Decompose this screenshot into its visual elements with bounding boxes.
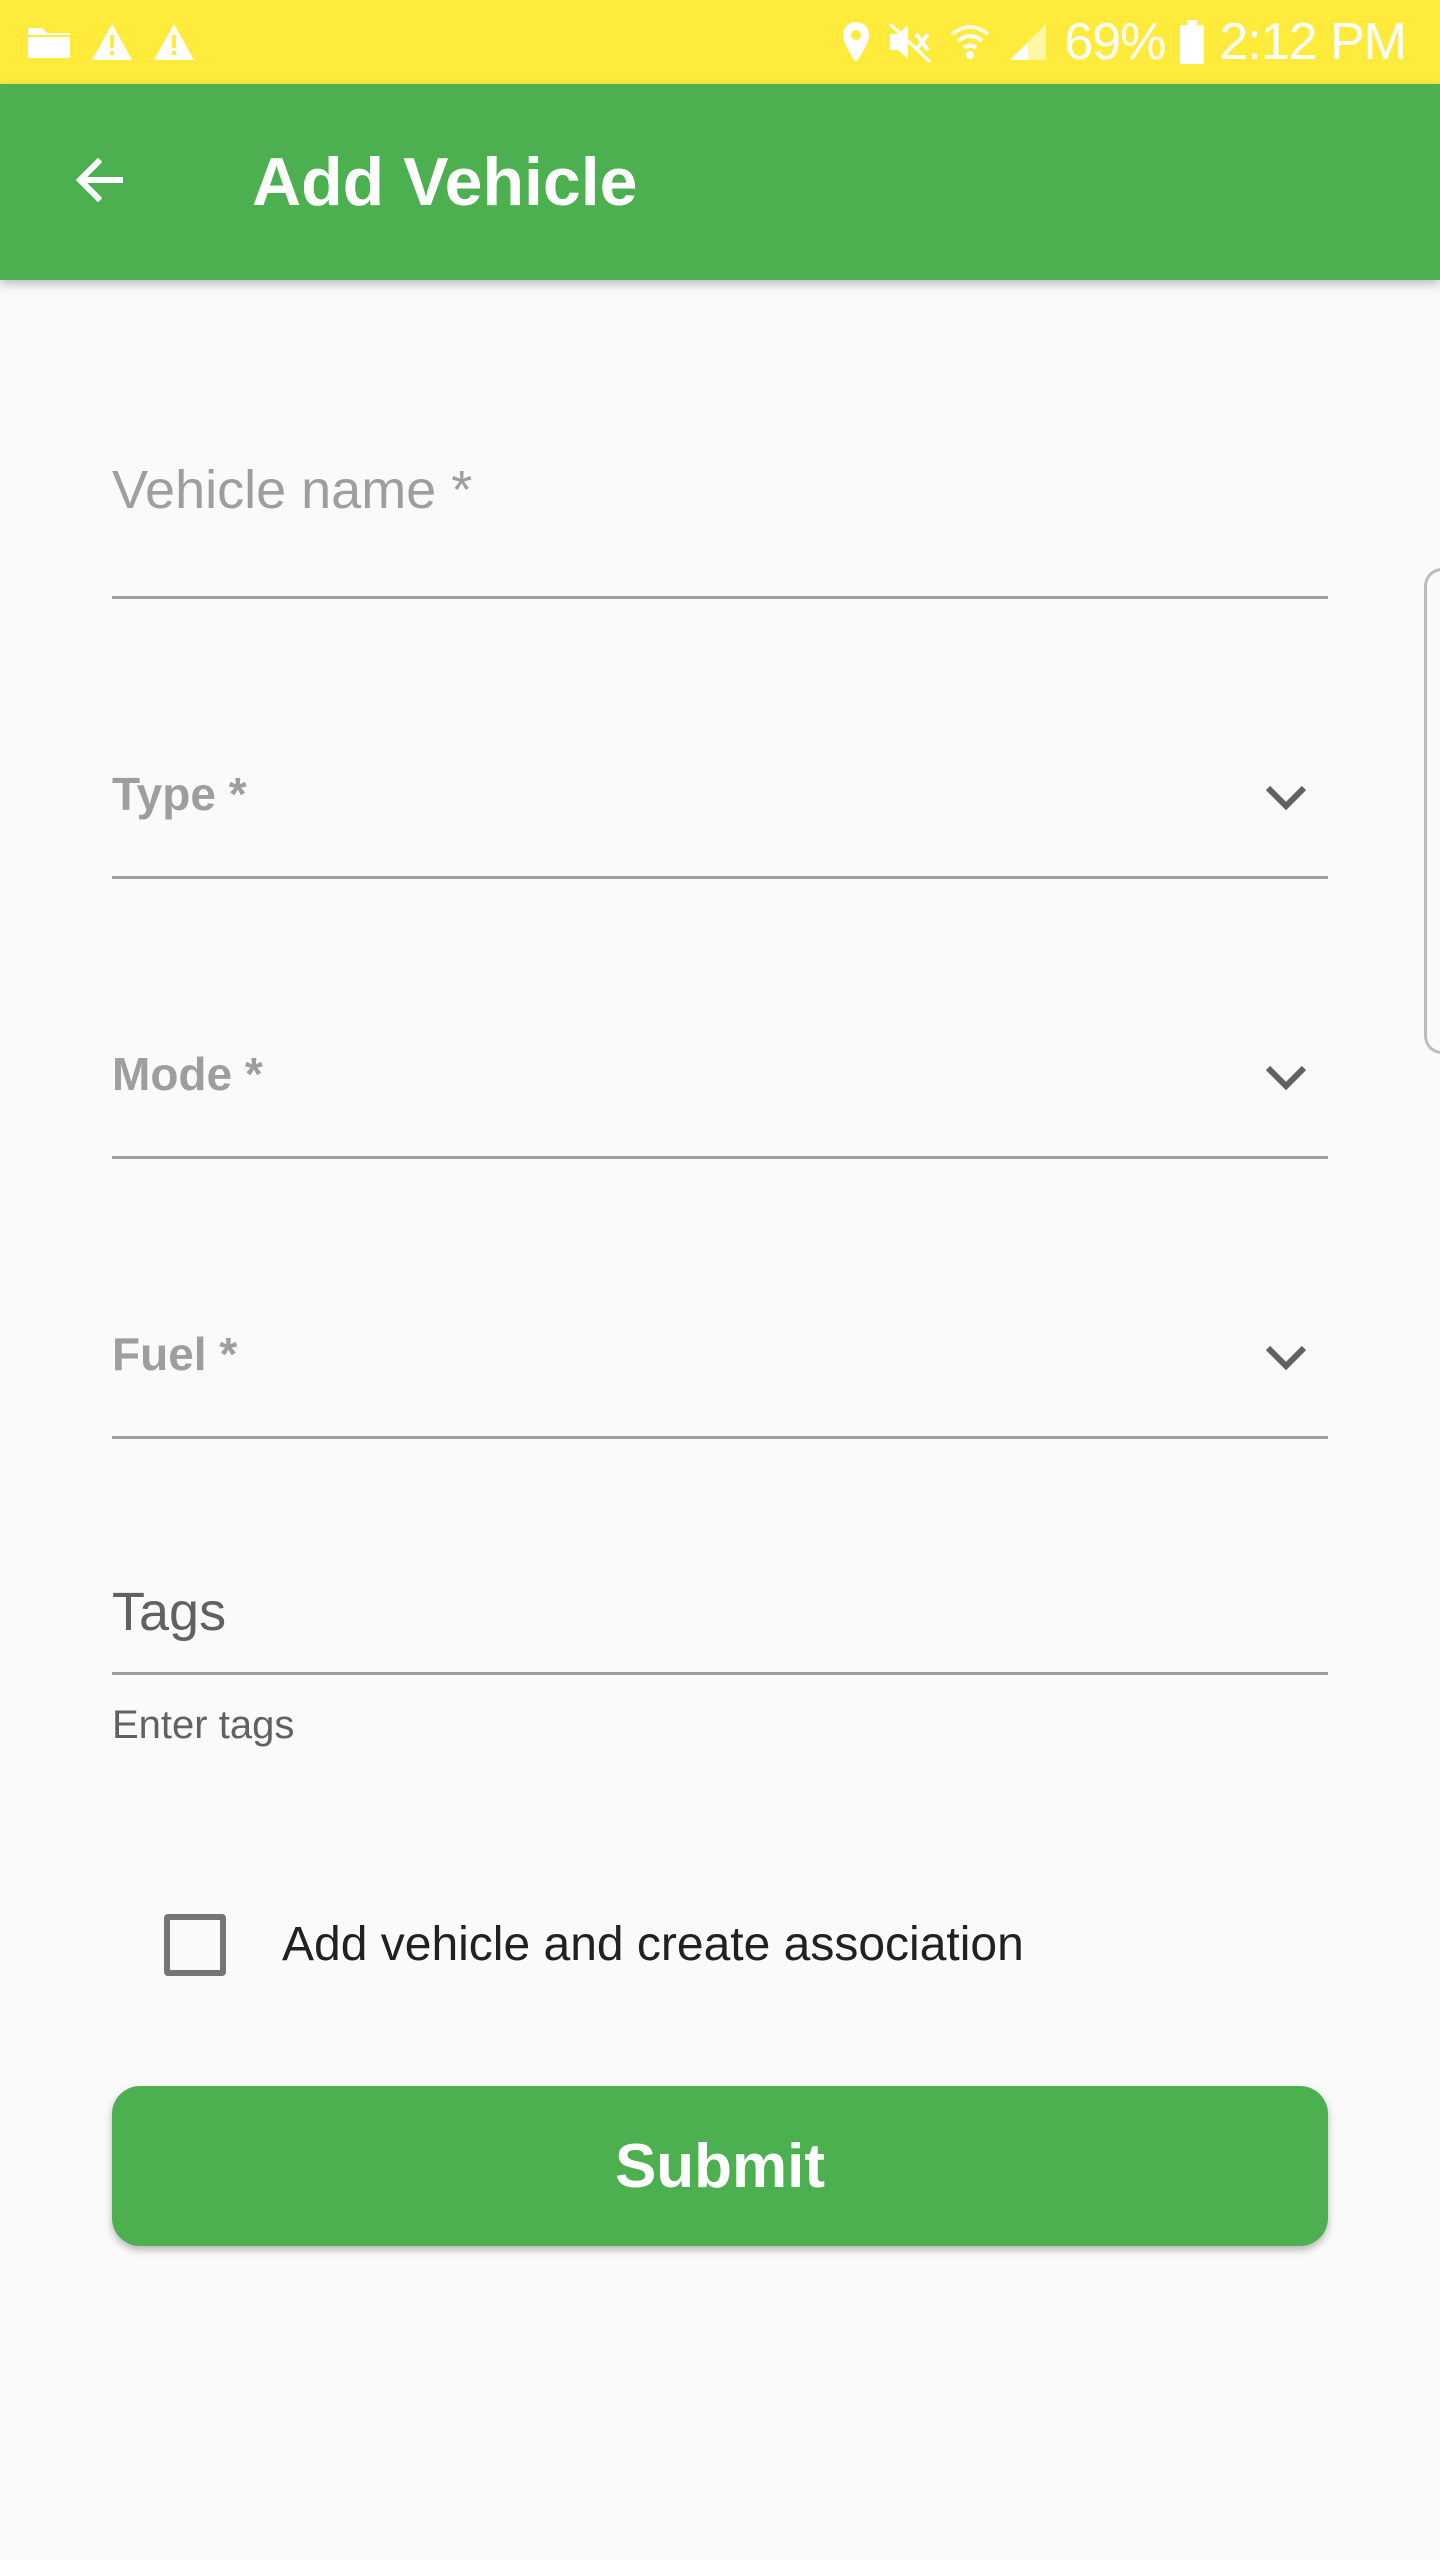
battery-icon [1179, 19, 1205, 65]
association-checkbox[interactable] [164, 1914, 226, 1976]
type-underline [112, 876, 1328, 879]
page-title: Add Vehicle [252, 144, 638, 220]
vehicle-name-underline [112, 596, 1328, 599]
tags-helper-text: Enter tags [112, 1703, 295, 1747]
warning-icon [152, 22, 196, 62]
status-bar-right: 69% 2:12 PM [840, 0, 1407, 84]
tags-underline [112, 1672, 1328, 1675]
type-label: Type * [112, 768, 247, 820]
arrow-back-icon [68, 148, 132, 217]
tags-label: Tags [112, 1582, 227, 1642]
back-button[interactable] [50, 132, 150, 232]
chevron-down-icon [1262, 1052, 1310, 1100]
add-vehicle-screen: 69% 2:12 PM Add Vehicle Vehicle name * T… [0, 0, 1440, 2560]
mute-icon [886, 20, 934, 64]
mode-dropdown[interactable]: Mode * [112, 1040, 1328, 1160]
app-bar: Add Vehicle [0, 84, 1440, 280]
signal-icon [1006, 20, 1050, 64]
clock: 2:12 PM [1219, 13, 1407, 71]
chevron-down-icon [1262, 1332, 1310, 1380]
tags-field[interactable]: Tags [112, 1580, 1328, 1676]
submit-button[interactable]: Submit [112, 2086, 1328, 2246]
association-checkbox-label: Add vehicle and create association [282, 1918, 1024, 1971]
warning-icon [90, 22, 134, 62]
type-dropdown[interactable]: Type * [112, 760, 1328, 880]
location-icon [840, 20, 872, 64]
battery-percent: 69% [1064, 13, 1166, 71]
edge-panel-handle[interactable] [1424, 568, 1440, 1054]
wifi-icon [948, 20, 992, 64]
vehicle-name-label: Vehicle name * [112, 460, 473, 520]
association-checkbox-row[interactable]: Add vehicle and create association [164, 1914, 1024, 1976]
status-bar: 69% 2:12 PM [0, 0, 1440, 84]
mode-underline [112, 1156, 1328, 1159]
status-bar-left-icons [26, 18, 196, 66]
fuel-underline [112, 1436, 1328, 1439]
fuel-dropdown[interactable]: Fuel * [112, 1320, 1328, 1440]
vehicle-name-field[interactable]: Vehicle name * [112, 458, 1328, 600]
chevron-down-icon [1262, 772, 1310, 820]
fuel-label: Fuel * [112, 1328, 238, 1380]
mode-label: Mode * [112, 1048, 263, 1100]
folder-icon [26, 24, 72, 60]
